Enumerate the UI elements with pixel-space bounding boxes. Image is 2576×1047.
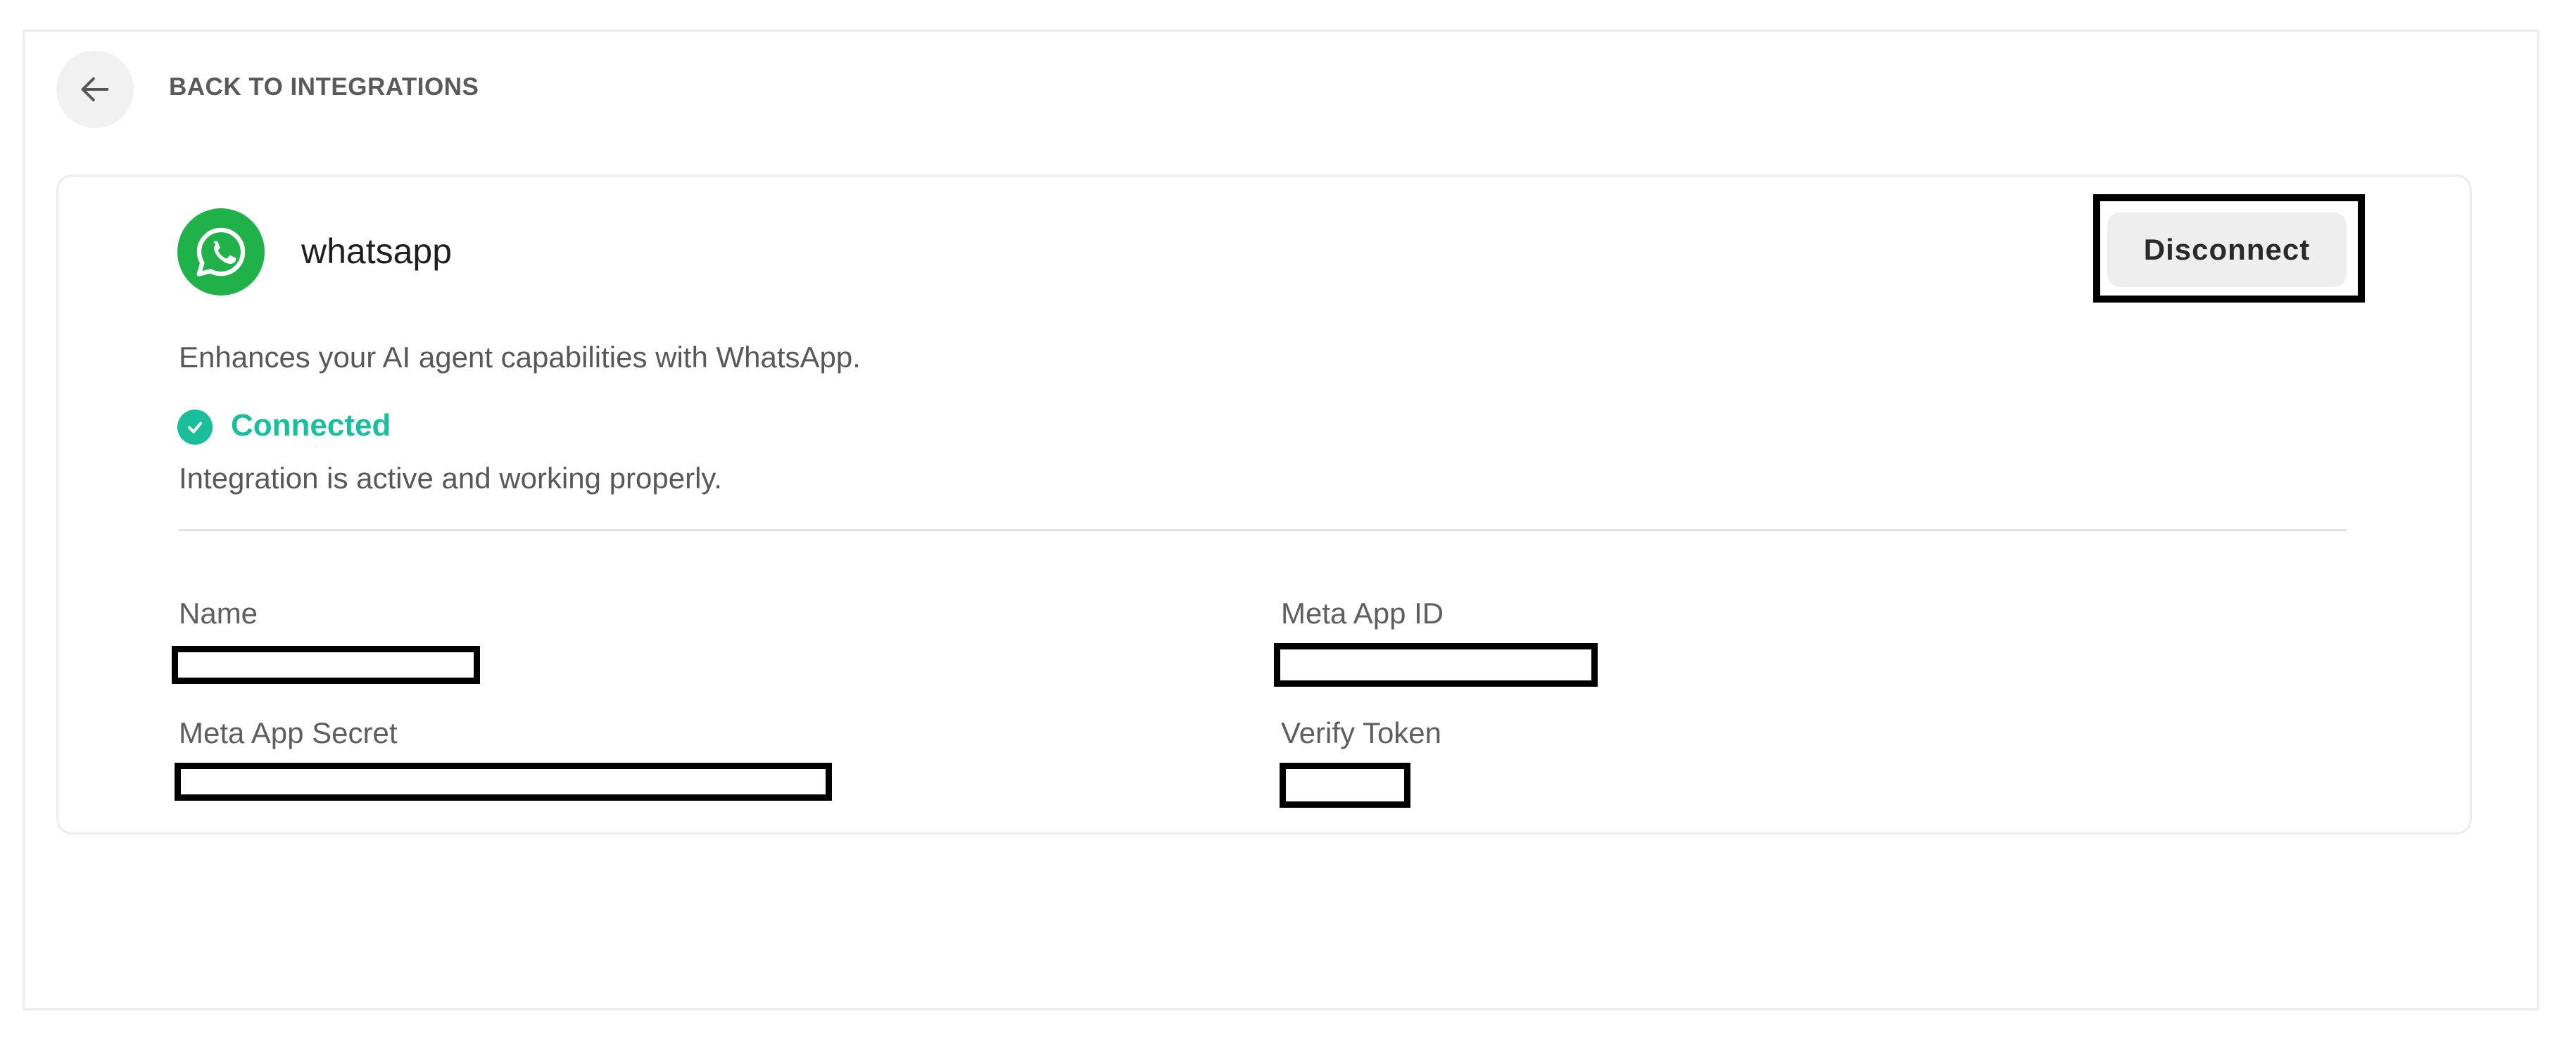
back-to-integrations-link[interactable]: BACK TO INTEGRATIONS bbox=[169, 73, 479, 101]
whatsapp-logo-icon bbox=[177, 208, 265, 296]
meta-app-secret-field-label: Meta App Secret bbox=[179, 716, 398, 749]
arrow-left-icon bbox=[81, 77, 109, 102]
section-divider bbox=[179, 529, 2347, 531]
status-label: Connected bbox=[231, 408, 391, 443]
disconnect-button[interactable]: Disconnect bbox=[2107, 212, 2347, 287]
back-button[interactable] bbox=[56, 51, 134, 128]
meta-app-id-field-label: Meta App ID bbox=[1281, 597, 1444, 630]
name-field-label: Name bbox=[179, 597, 258, 630]
page-root: BACK TO INTEGRATIONS whatsapp Disconnect… bbox=[0, 0, 2576, 1047]
integration-description: Enhances your AI agent capabilities with… bbox=[179, 341, 861, 374]
check-circle-icon bbox=[177, 410, 213, 445]
meta-app-secret-field-value bbox=[175, 763, 832, 801]
name-field-value bbox=[172, 646, 480, 684]
status-detail: Integration is active and working proper… bbox=[179, 462, 722, 495]
verify-token-field-label: Verify Token bbox=[1281, 716, 1442, 749]
integration-name: whatsapp bbox=[301, 231, 453, 271]
meta-app-id-field-value bbox=[1274, 643, 1598, 687]
verify-token-field-value bbox=[1280, 763, 1410, 808]
